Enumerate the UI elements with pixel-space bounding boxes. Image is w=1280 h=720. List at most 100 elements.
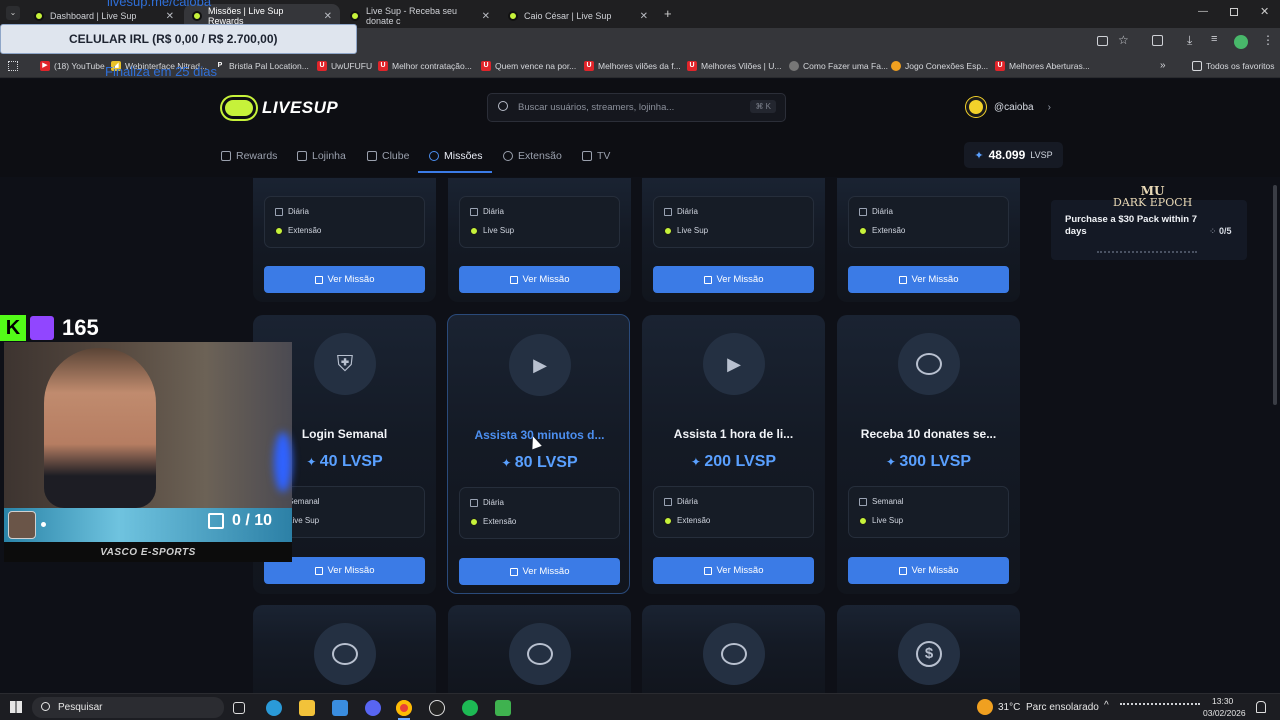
search-bar[interactable]: Buscar usuários, streamers, lojinha... ⌘… [487, 93, 786, 122]
extensions-icon[interactable] [1152, 35, 1163, 46]
external-link-icon [898, 566, 907, 575]
ver-missao-button[interactable]: Ver Missão [848, 557, 1009, 584]
calendar-icon [470, 207, 478, 216]
sparkle-icon: ✦ [306, 455, 320, 469]
bookmark-quem-vence[interactable]: U Quem vence na por... [481, 61, 576, 71]
clock-date[interactable]: 03/02/2026 [1203, 708, 1246, 718]
kick-icon: K [0, 315, 26, 341]
promo-panel[interactable]: MU DARK EPOCH Purchase a $30 Pack within… [1051, 185, 1247, 260]
new-tab-button[interactable]: + [664, 6, 672, 21]
mission-card[interactable]: ▶ Assista 1 hora de li... ✦ 200 LVSP Diá… [642, 315, 825, 594]
nav-extensao[interactable]: Extensão [503, 150, 562, 162]
bookmark-melhores-aberturas[interactable]: U Melhores Aberturas... [995, 61, 1090, 71]
tab-label: Live Sup - Receba seu donate c [366, 6, 458, 26]
tray-icons[interactable] [1120, 703, 1200, 713]
mission-card[interactable]: Diária Live Sup Ver Missão [642, 178, 825, 302]
bookmark-bristla[interactable]: P Bristla Pal Location... [215, 61, 309, 71]
obs-icon[interactable] [429, 700, 445, 716]
close-icon[interactable]: ✕ [640, 11, 648, 22]
apps-grid-icon[interactable] [8, 61, 18, 71]
bookmark-jogo-conexoes[interactable]: Jogo Conexões Esp... [891, 61, 988, 71]
more-bookmarks-icon[interactable]: » [1160, 60, 1166, 71]
bookmark-melhores-viloes-u[interactable]: U Melhores Vilões | U... [687, 61, 781, 71]
taskbar-search[interactable]: Pesquisar [32, 697, 224, 718]
mission-info: Diária Extensão [848, 196, 1009, 248]
ver-missao-button[interactable]: Ver Missão [459, 266, 620, 293]
edge-icon[interactable] [266, 700, 282, 716]
page-scrollbar[interactable] [1273, 185, 1277, 405]
username: @caioba [994, 101, 1034, 113]
nav-label: Lojinha [312, 150, 346, 162]
restore-button[interactable] [1230, 8, 1238, 16]
site-logo[interactable]: LIVESUP [222, 97, 338, 119]
discord-icon[interactable] [365, 700, 381, 716]
nav-clube[interactable]: Clube [367, 150, 409, 162]
mission-card[interactable] [253, 605, 436, 693]
tray-chevron-icon[interactable]: ^ [1104, 700, 1109, 711]
weather-desc[interactable]: Parc ensolarado [1026, 702, 1099, 713]
bookmark-uwufufu[interactable]: U UwUFUFU [317, 61, 372, 71]
nav-label: Missões [444, 150, 483, 162]
weather-temp[interactable]: 31°C [998, 702, 1020, 713]
bookmark-label: Bristla Pal Location... [229, 61, 309, 71]
nav-tv[interactable]: TV [582, 150, 610, 162]
weather-icon [977, 699, 993, 715]
bookmark-melhor-contratacao[interactable]: U Melhor contratação... [378, 61, 472, 71]
ver-missao-button[interactable]: Ver Missão [848, 266, 1009, 293]
ver-missao-button[interactable]: Ver Missão [653, 557, 814, 584]
bookmark-youtube[interactable]: ▶ (18) YouTube [40, 61, 105, 71]
download-icon[interactable]: ⤓ [1187, 33, 1192, 48]
tab-list-dropdown[interactable]: ⌄ [6, 6, 20, 20]
uwufufu-icon: U [995, 61, 1005, 71]
mission-card[interactable] [642, 605, 825, 693]
close-icon[interactable]: ✕ [482, 11, 490, 22]
task-view-icon[interactable] [233, 702, 245, 714]
avatar [966, 97, 986, 117]
gift-icon [221, 151, 231, 161]
browser-menu-icon[interactable]: ⋮ [1262, 33, 1274, 47]
nav-missoes[interactable]: Missões [429, 150, 483, 162]
external-link-icon [314, 566, 323, 575]
mission-card[interactable]: $ [837, 605, 1020, 693]
ver-missao-button[interactable]: Ver Missão [264, 266, 425, 293]
streamer-avatar [8, 511, 36, 539]
install-app-icon[interactable] [1097, 36, 1108, 46]
app-icon[interactable] [495, 700, 511, 716]
close-icon[interactable]: ✕ [166, 11, 174, 22]
media-control-icon[interactable]: ≡ [1211, 33, 1217, 45]
bookmark-star-icon[interactable]: ☆ [1118, 33, 1129, 47]
site-header: LIVESUP Buscar usuários, streamers, loji… [0, 79, 1280, 177]
mission-card[interactable]: Diária Live Sup Ver Missão [448, 178, 631, 302]
file-explorer-icon[interactable] [299, 700, 315, 716]
nav-lojinha[interactable]: Lojinha [297, 150, 346, 162]
clock-time[interactable]: 13:30 [1212, 696, 1233, 706]
promo-carousel-dots[interactable] [1097, 251, 1197, 253]
tab-caio-cesar[interactable]: Caio César | Live Sup ✕ [500, 4, 656, 28]
tab-receba-donate[interactable]: Live Sup - Receba seu donate c ✕ [342, 4, 498, 28]
button-label: Ver Missão [327, 274, 375, 285]
mission-card[interactable]: Diária Extensão Ver Missão [253, 178, 436, 302]
nav-rewards[interactable]: Rewards [221, 150, 277, 162]
profile-avatar[interactable] [1234, 35, 1248, 49]
search-input[interactable]: Buscar usuários, streamers, lojinha... [518, 102, 674, 113]
bookmark-melhores-viloes-f[interactable]: U Melhores vilões da f... [584, 61, 681, 71]
close-window-button[interactable]: ✕ [1260, 5, 1269, 18]
mission-card[interactable]: Diária Extensão Ver Missão [837, 178, 1020, 302]
spotify-icon[interactable] [462, 700, 478, 716]
minimize-button[interactable]: — [1198, 6, 1208, 17]
banner-text: VASCO E-SPORTS [100, 546, 196, 558]
mission-card[interactable] [448, 605, 631, 693]
notification-icon[interactable] [1256, 701, 1266, 713]
all-favorites-folder[interactable]: Todos os favoritos [1192, 61, 1275, 71]
ver-missao-button[interactable]: Ver Missão [653, 266, 814, 293]
mission-card[interactable]: Receba 10 donates se... ✦ 300 LVSP Seman… [837, 315, 1020, 594]
balance-badge[interactable]: ✦ 48.099 LVSP [964, 142, 1063, 168]
ver-missao-button[interactable]: Ver Missão [459, 558, 620, 585]
chrome-icon[interactable] [396, 700, 412, 716]
close-icon[interactable]: ✕ [324, 11, 332, 22]
windows-start-icon[interactable] [10, 701, 22, 713]
bookmark-como-fazer[interactable]: Como Fazer uma Fa... [789, 61, 888, 71]
store-icon[interactable] [332, 700, 348, 716]
user-menu[interactable]: @caioba › [966, 97, 1051, 117]
mission-card-hovered[interactable]: ▶ Assista 30 minutos d... ✦ 80 LVSP Diár… [447, 314, 630, 594]
